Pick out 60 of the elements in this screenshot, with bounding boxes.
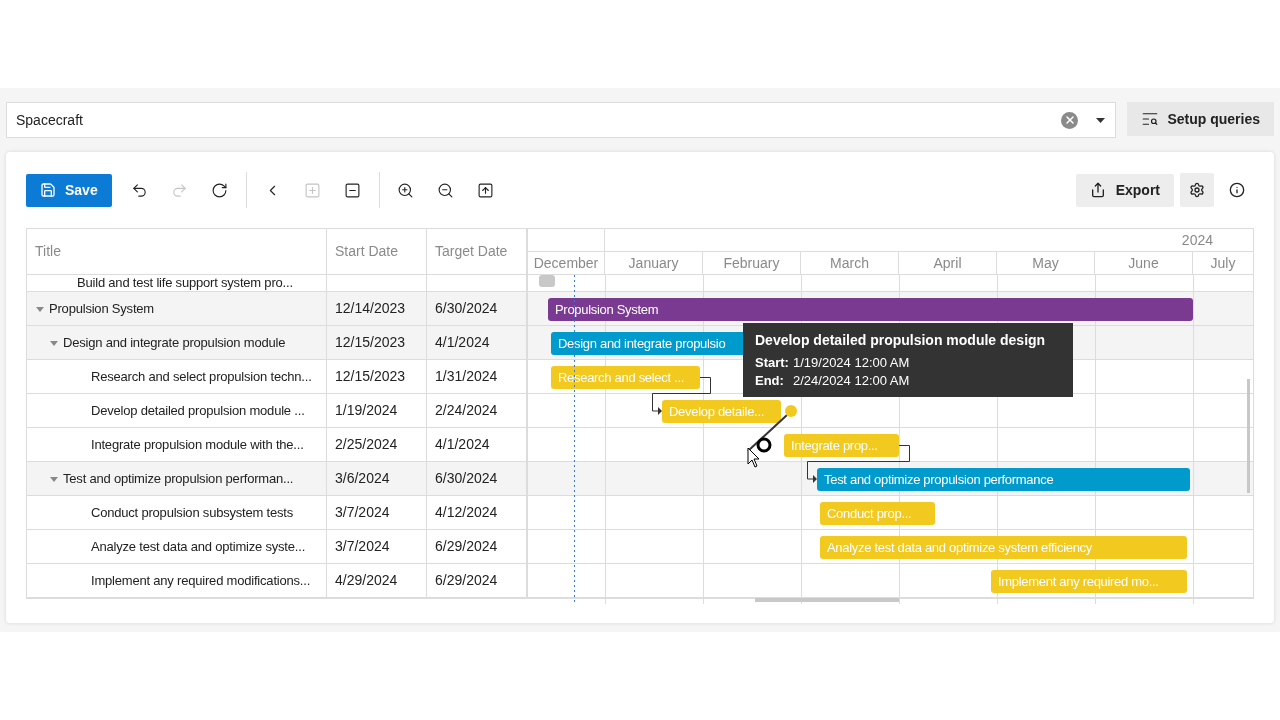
- search-field[interactable]: Spacecraft: [6, 102, 1117, 138]
- column-header[interactable]: Title: [27, 229, 326, 274]
- table-cell-text: 1/19/2024: [335, 401, 398, 420]
- task-bar[interactable]: Test and optimize propulsion performance: [817, 468, 1190, 491]
- month-label: May: [1032, 253, 1059, 273]
- table-cell-text: 4/1/2024: [435, 333, 490, 352]
- info-icon: [1229, 182, 1245, 198]
- table-cell-text: 3/7/2024: [335, 537, 390, 556]
- share-icon: [1089, 182, 1106, 198]
- table-cell-text: 3/6/2024: [335, 469, 390, 488]
- gear-icon: [1189, 182, 1205, 198]
- table-cell-text: 6/29/2024: [435, 537, 498, 556]
- milestone-marker: [539, 275, 555, 287]
- table-cell-text: 2/25/2024: [335, 435, 398, 454]
- column-header[interactable]: Start Date: [326, 229, 426, 274]
- task-bar[interactable]: Propulsion System: [548, 298, 1193, 321]
- month-label: March: [830, 253, 869, 273]
- save-button[interactable]: Save: [26, 173, 112, 207]
- month-label: December: [533, 253, 599, 273]
- table-cell-text: 6/30/2024: [435, 469, 498, 488]
- task-title: Develop detailed propulsion module ...: [91, 402, 305, 419]
- table-cell-text: 4/12/2024: [435, 503, 498, 522]
- tooltip-label: End:: [755, 372, 785, 390]
- table-cell-text: 3/7/2024: [335, 503, 390, 522]
- task-title: Build and test life support system pro...: [77, 275, 293, 291]
- table-cell-text: 12/15/2023: [335, 333, 406, 352]
- tooltip-value: 2/24/2024 12:00 AM: [793, 372, 910, 390]
- table-cell-text: 12/15/2023: [335, 367, 406, 386]
- task-title: Design and integrate propulsion module: [63, 334, 286, 351]
- settings-button[interactable]: [1180, 173, 1214, 207]
- export-button[interactable]: Export: [1075, 173, 1174, 207]
- table-cell-text: 6/29/2024: [435, 571, 498, 590]
- task-title: Analyze test data and optimize syste...: [91, 538, 306, 555]
- dropdown-caret-icon[interactable]: [1096, 117, 1106, 123]
- setup-queries-button[interactable]: Setup queries: [1127, 102, 1274, 136]
- table-cell-text: 4/1/2024: [435, 435, 490, 454]
- tooltip-value: 1/19/2024 12:00 AM: [793, 354, 910, 372]
- task-title: Propulsion System: [49, 300, 154, 317]
- search-value: Spacecraft: [16, 110, 84, 130]
- task-title: Conduct propulsion subsystem tests: [91, 504, 294, 521]
- table-cell-text: 1/31/2024: [435, 367, 498, 386]
- table-cell-text: 2/24/2024: [435, 401, 498, 420]
- table-cell-text: 12/14/2023: [335, 299, 406, 318]
- tooltip-label: Start:: [755, 354, 789, 372]
- filter-search-icon: [1141, 110, 1160, 128]
- task-title: Integrate propulsion module with the...: [91, 436, 304, 453]
- table-cell-text: 6/30/2024: [435, 299, 498, 318]
- column-header[interactable]: Target Date: [426, 229, 526, 274]
- month-label: February: [723, 253, 780, 273]
- table-cell-text: 4/29/2024: [335, 571, 398, 590]
- month-label: April: [933, 253, 962, 273]
- clear-icon[interactable]: [1061, 111, 1079, 129]
- month-label: July: [1210, 253, 1236, 273]
- task-title: Research and select propulsion techn...: [91, 368, 312, 385]
- task-title: Test and optimize propulsion performan...: [63, 470, 294, 487]
- task-title: Implement any required modifications...: [91, 572, 311, 589]
- month-label: June: [1128, 253, 1159, 273]
- save-icon: [40, 182, 56, 198]
- month-label: January: [628, 253, 679, 273]
- year-label: 2024: [1181, 230, 1213, 250]
